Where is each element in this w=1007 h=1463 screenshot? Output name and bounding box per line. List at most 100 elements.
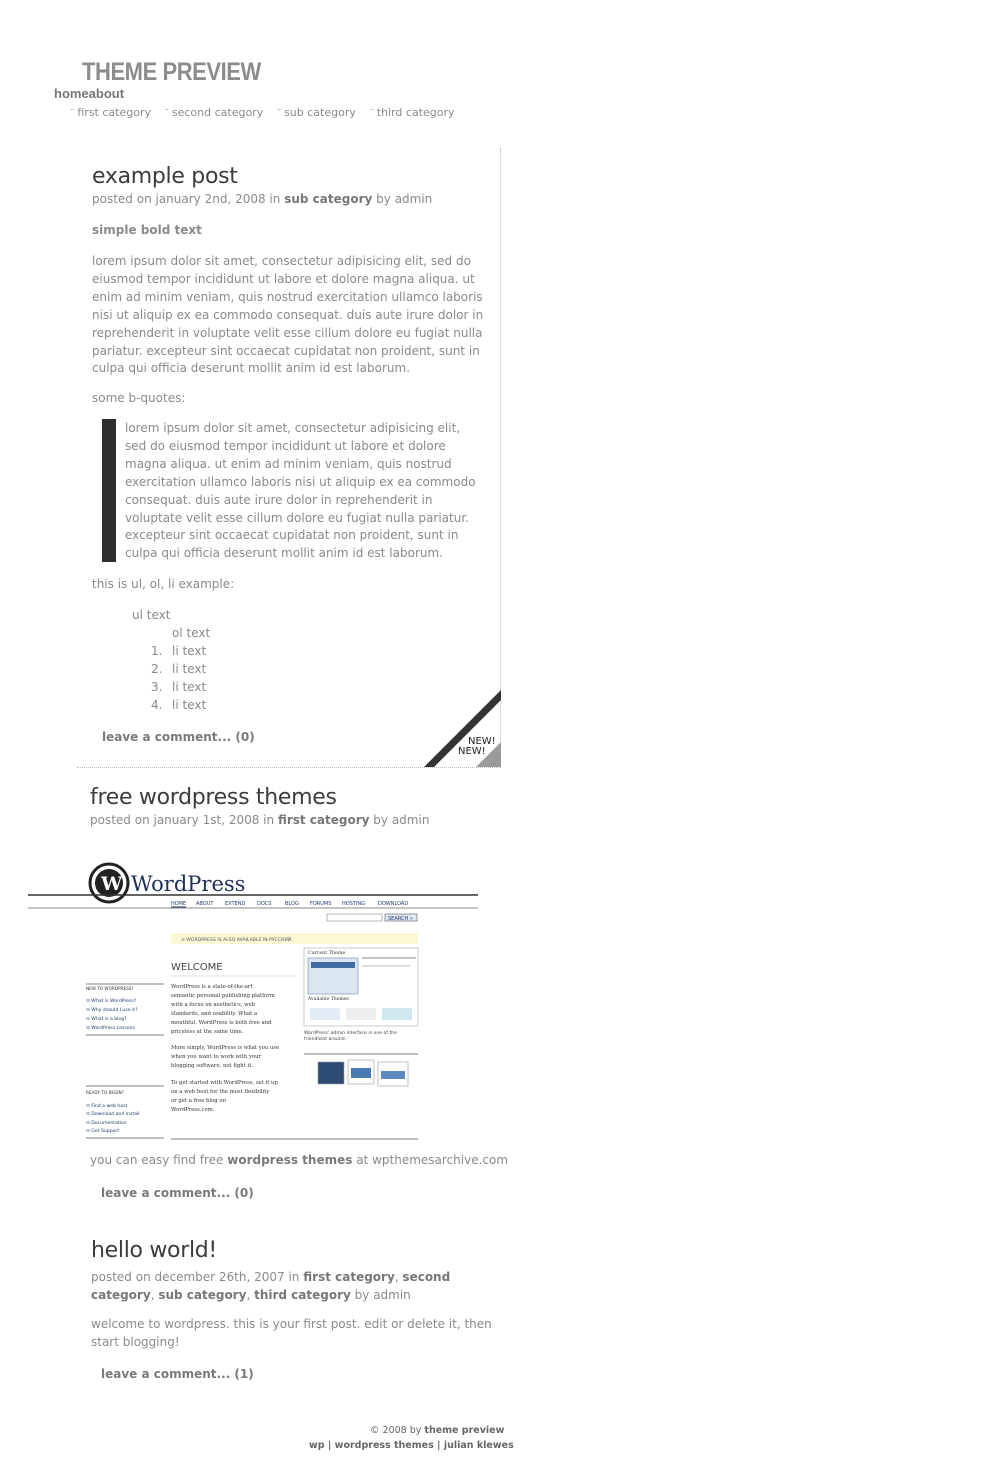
svg-text:HOSTING: HOSTING bbox=[342, 901, 365, 907]
new-badge-text: NEW! bbox=[458, 746, 486, 757]
blockquote-line: sed do eiusmod tempor incididunt ut labo… bbox=[125, 438, 446, 453]
nav-about[interactable]: about bbox=[89, 86, 124, 101]
svg-text:To get started with WordPress,: To get started with WordPress, set it up bbox=[171, 1080, 278, 1086]
svg-text:⊙ Documentation: ⊙ Documentation bbox=[86, 1120, 127, 1126]
post-title[interactable]: hello world! bbox=[91, 1238, 217, 1263]
wordpress-screenshot-image: W WordPress HOME ABOUT EXTEND DOCS BLOG … bbox=[28, 858, 480, 1143]
svg-text:⊙ Download and Install: ⊙ Download and Install bbox=[86, 1111, 140, 1117]
svg-text:⊙ Get Support: ⊙ Get Support bbox=[86, 1128, 119, 1134]
list-item: 4. li text bbox=[151, 698, 207, 712]
svg-text:WordPress.com.: WordPress.com. bbox=[171, 1107, 215, 1113]
svg-text:⊙ WordPress Lessons: ⊙ WordPress Lessons bbox=[86, 1025, 135, 1031]
footer-site-link[interactable]: theme preview bbox=[424, 1425, 504, 1436]
svg-text:WordPress' admin interface is: WordPress' admin interface is one of the bbox=[304, 1030, 397, 1036]
blockquote-line: lorem ipsum dolor sit amet, consectetur … bbox=[125, 421, 461, 435]
category-nav: first category second category sub categ… bbox=[70, 106, 465, 119]
svg-text:FORUMS: FORUMS bbox=[310, 901, 331, 907]
post-category-link[interactable]: sub category bbox=[284, 192, 372, 206]
post-meta: posted on january 1st, 2008 in first cat… bbox=[90, 813, 429, 827]
svg-text:on a web host for the most fle: on a web host for the most flexibility bbox=[171, 1089, 269, 1095]
post-category-link[interactable]: first category bbox=[278, 813, 370, 827]
category-third[interactable]: third category bbox=[369, 106, 454, 119]
category-link-third[interactable]: third category bbox=[254, 1288, 351, 1302]
post-author: by admin bbox=[376, 192, 433, 206]
new-badge-icon: NEW! NEW! bbox=[424, 690, 501, 767]
svg-text:DOCS: DOCS bbox=[257, 901, 271, 907]
post-text: welcome to wordpress. this is your first… bbox=[91, 1317, 492, 1349]
svg-text:⊙ What is a blog?: ⊙ What is a blog? bbox=[86, 1016, 127, 1022]
footer-links: wp | wordpress themes | julian klewes bbox=[309, 1440, 514, 1451]
svg-text:ABOUT: ABOUT bbox=[196, 901, 214, 907]
list-label: this is ul, ol, li example: bbox=[92, 577, 235, 591]
svg-text:⊙ WORDPRESS IS ALSO AVAILABLE: ⊙ WORDPRESS IS ALSO AVAILABLE IN РУССКИЙ… bbox=[181, 936, 293, 943]
svg-text:⊙ What is WordPress?: ⊙ What is WordPress? bbox=[86, 998, 137, 1004]
ordered-list: 1. li text 2. li text 3. li text 4. li text bbox=[151, 642, 206, 714]
svg-text:Available Themes: Available Themes bbox=[307, 996, 350, 1002]
svg-text:BLOG: BLOG bbox=[285, 901, 299, 907]
category-link-sub[interactable]: sub category bbox=[158, 1288, 246, 1302]
nav-home[interactable]: home bbox=[54, 86, 89, 101]
blockquote-line: exercitation ullamco laboris nisi ut ali… bbox=[125, 474, 476, 489]
list-item: 2. li text bbox=[151, 662, 207, 676]
svg-text:W: W bbox=[100, 873, 123, 895]
post-meta: posted on december 26th, 2007 in first c… bbox=[91, 1270, 451, 1302]
svg-text:when you want to work with you: when you want to work with your bbox=[171, 1054, 262, 1060]
site-title[interactable]: THEME PREVIEW bbox=[82, 58, 261, 87]
svg-text:with a focus on aesthetics, we: with a focus on aesthetics, web bbox=[171, 1002, 256, 1008]
category-link-first[interactable]: first category bbox=[303, 1270, 395, 1284]
paragraph-line: reprehenderit in voluptate velit esse ci… bbox=[92, 325, 483, 340]
page-nav: homeabout bbox=[54, 86, 124, 101]
leave-comment-link[interactable]: leave a comment... (1) bbox=[101, 1367, 254, 1381]
leave-comment-link[interactable]: leave a comment... (0) bbox=[101, 1186, 254, 1200]
footer-link-wp[interactable]: wp bbox=[309, 1440, 325, 1451]
svg-text:HOME: HOME bbox=[171, 901, 186, 907]
post-title[interactable]: free wordpress themes bbox=[90, 785, 337, 810]
paragraph-line: lorem ipsum dolor sit amet, consectetur … bbox=[92, 254, 471, 268]
blockquote-line: voluptate velit esse cillum dolore eu fu… bbox=[125, 510, 469, 525]
post-meta: posted on january 2nd, 2008 in sub categ… bbox=[92, 192, 432, 206]
wordpress-logo-text: WordPress bbox=[131, 872, 245, 896]
blockquote-line: consequat. duis aute irure dolor in repr… bbox=[125, 492, 433, 507]
svg-text:DOWNLOAD: DOWNLOAD bbox=[378, 901, 408, 907]
svg-text:EXTEND: EXTEND bbox=[225, 901, 245, 907]
post-author: by admin bbox=[354, 1288, 411, 1302]
post-author: by admin bbox=[373, 813, 430, 827]
category-link-second[interactable]: second bbox=[402, 1270, 450, 1284]
category-sub[interactable]: sub category bbox=[277, 106, 356, 119]
paragraph-line: eiusmod tempor incididunt ut labore et d… bbox=[92, 271, 475, 286]
list-item: 1. li text bbox=[151, 644, 207, 658]
svg-text:friendliest around.: friendliest around. bbox=[304, 1036, 346, 1042]
category-link-second[interactable]: category bbox=[91, 1288, 151, 1302]
post-date: posted on january 2nd, 2008 in bbox=[92, 192, 281, 206]
blockquote-bar bbox=[102, 419, 116, 562]
footer-copyright: © 2008 by theme preview bbox=[370, 1425, 505, 1436]
svg-text:WordPress is a state-of-the-ar: WordPress is a state-of-the-art bbox=[171, 984, 253, 990]
post-title[interactable]: example post bbox=[92, 164, 238, 189]
svg-text:priceless at the same time.: priceless at the same time. bbox=[171, 1029, 244, 1035]
wordpress-themes-link[interactable]: wordpress themes bbox=[227, 1153, 352, 1167]
svg-text:More simply, WordPress is what: More simply, WordPress is what you use bbox=[171, 1045, 279, 1051]
svg-text:Current Theme: Current Theme bbox=[308, 950, 345, 956]
blockquote: lorem ipsum dolor sit amet, consectetur … bbox=[125, 420, 476, 563]
post-paragraph: lorem ipsum dolor sit amet, consectetur … bbox=[92, 253, 483, 378]
svg-text:semantic personal publishing p: semantic personal publishing platform bbox=[171, 993, 275, 999]
category-first[interactable]: first category bbox=[70, 106, 151, 119]
footer-link-author[interactable]: julian klewes bbox=[444, 1440, 514, 1451]
leave-comment-link[interactable]: leave a comment... (0) bbox=[102, 730, 255, 744]
paragraph-line: culpa qui officia deserunt mollit anim i… bbox=[92, 361, 410, 376]
post-date: posted on january 1st, 2008 in bbox=[90, 813, 275, 827]
blockquote-line: excepteur sint occaecat cupidatat non pr… bbox=[125, 528, 459, 543]
footer-link-themes[interactable]: wordpress themes bbox=[335, 1440, 434, 1451]
blockquote-line: culpa qui officia deserunt mollit anim i… bbox=[125, 546, 443, 561]
svg-text:mouthful. WordPress is both fr: mouthful. WordPress is both free and bbox=[171, 1020, 272, 1026]
bquote-label: some b-quotes: bbox=[92, 391, 186, 405]
svg-text:READY TO BEGIN?: READY TO BEGIN? bbox=[86, 1090, 124, 1095]
post-date: posted on december 26th, 2007 in bbox=[91, 1270, 300, 1284]
svg-text:NEW TO WORDPRESS?: NEW TO WORDPRESS? bbox=[86, 986, 134, 991]
list-item: 3. li text bbox=[151, 680, 207, 694]
post-text: you can easy find free wordpress themes … bbox=[90, 1153, 509, 1167]
svg-text:WELCOME: WELCOME bbox=[171, 962, 223, 973]
svg-text:⊙ Why should I use it?: ⊙ Why should I use it? bbox=[86, 1007, 138, 1013]
category-second[interactable]: second category bbox=[164, 106, 263, 119]
ul-text: ul text bbox=[132, 608, 171, 622]
